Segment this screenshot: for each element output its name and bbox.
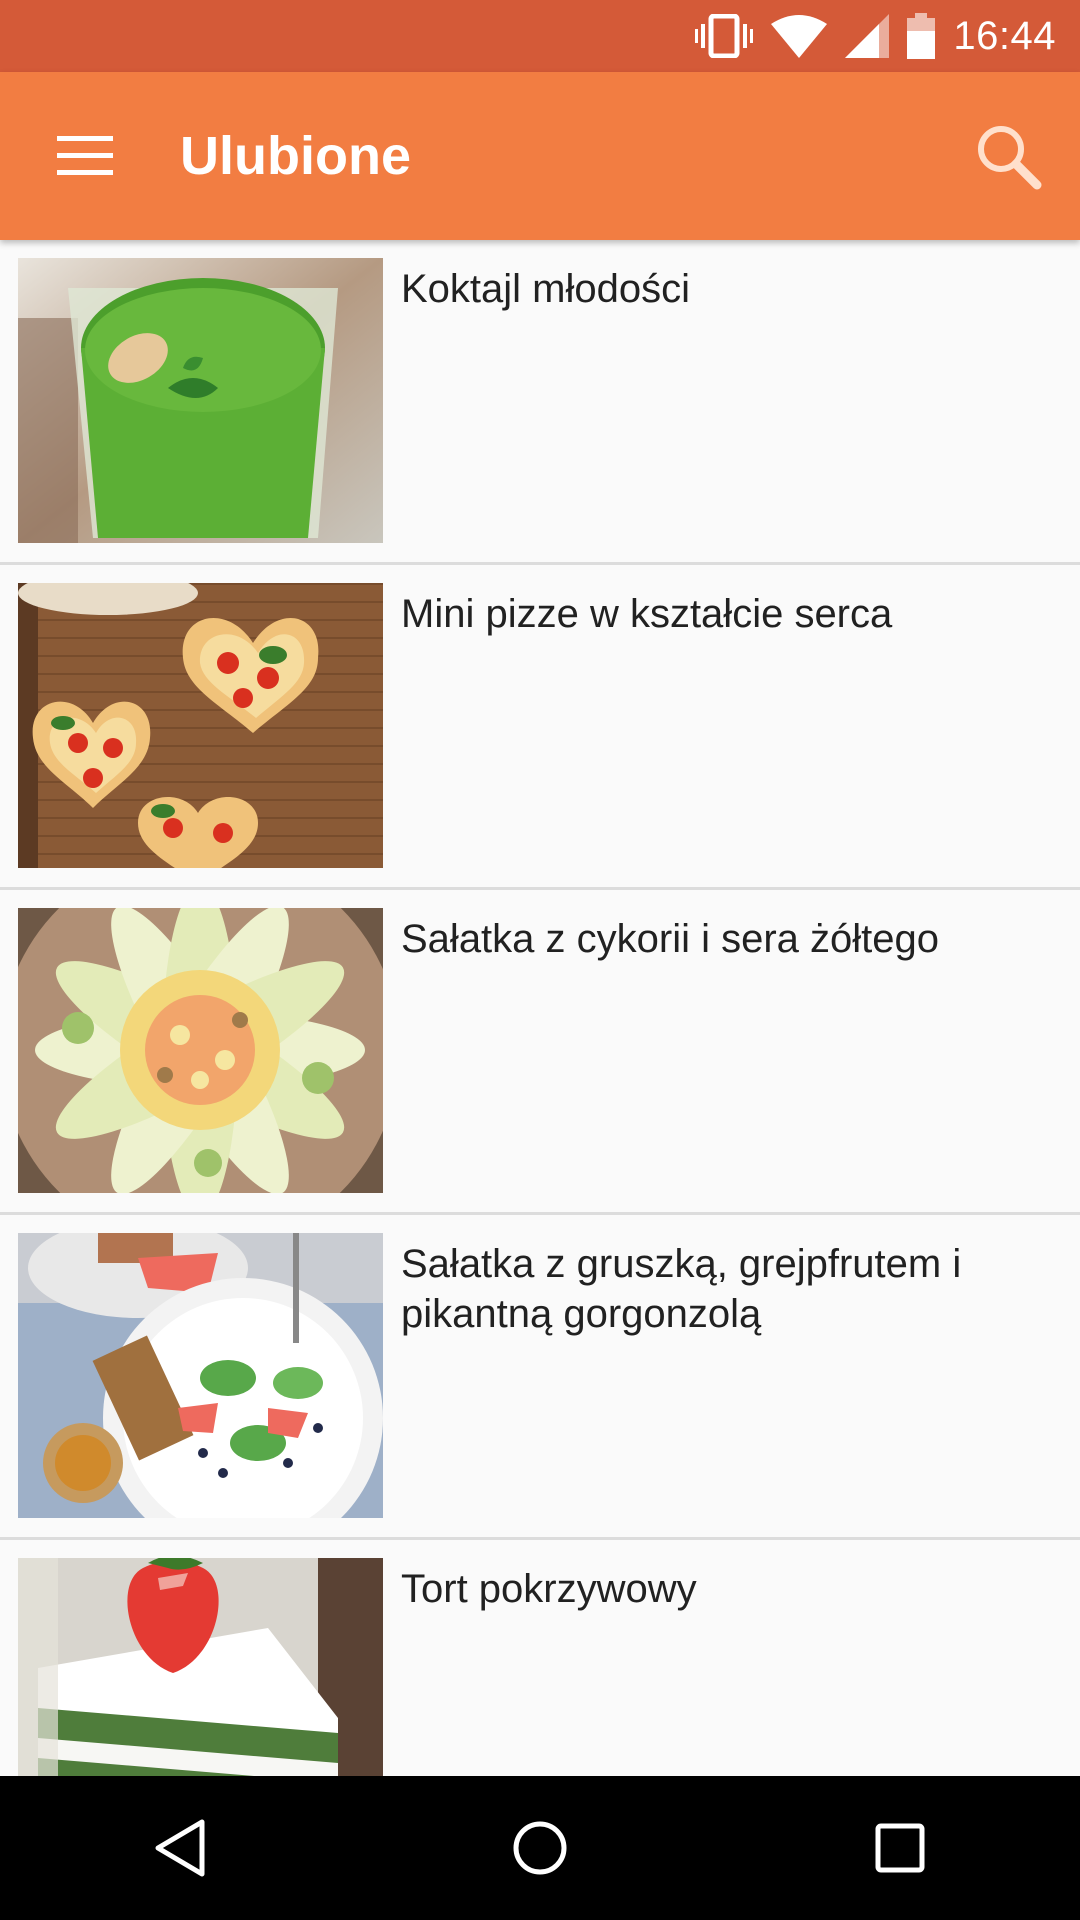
app-bar: Ulubione [0,72,1080,240]
recents-button[interactable] [840,1788,960,1908]
vibrate-icon [695,14,754,58]
status-time: 16:44 [953,13,1056,58]
home-icon [513,1821,567,1875]
chicory-salad-photo [18,908,383,1193]
back-icon [155,1819,205,1877]
status-bar: 16:44 [0,0,1080,72]
list-item-title: Koktajl młodości [401,267,691,311]
green-smoothie-photo [18,258,383,543]
list-item-title: Sałatka z gruszką, grejpfrutem i pikantn… [401,1242,962,1336]
list-item[interactable]: Mini pizze w kształcie serca [0,565,1080,890]
list-item-title: Mini pizze w kształcie serca [401,592,893,636]
list-item-title: Tort pokrzywowy [401,1567,697,1611]
system-navigation-bar [0,1776,1080,1920]
hamburger-menu-icon [57,136,113,175]
page-title: Ulubione [180,126,411,186]
list-item[interactable]: Koktajl młodości [0,240,1080,565]
search-icon [978,126,1042,190]
search-button[interactable] [958,106,1058,206]
menu-button[interactable] [40,111,130,201]
home-button[interactable] [480,1788,600,1908]
list-item[interactable]: Sałatka z cykorii i sera żółtego [0,890,1080,1215]
list-item[interactable]: Sałatka z gruszką, grejpfrutem i pikantn… [0,1215,1080,1540]
back-button[interactable] [120,1788,240,1908]
recents-icon [875,1823,925,1873]
cell-signal-icon [845,14,890,58]
nettle-cake-photo [18,1558,383,1776]
list-item-title: Sałatka z cykorii i sera żółtego [401,917,940,961]
list-item[interactable]: Tort pokrzywowy [0,1540,1080,1776]
pear-grapefruit-salad-photo [18,1233,383,1518]
battery-icon [907,13,936,59]
favorites-list: Koktajl młodości Mini pizze w kształcie … [0,240,1080,1776]
wifi-icon [771,15,828,58]
heart-pizzas-photo [18,583,383,868]
